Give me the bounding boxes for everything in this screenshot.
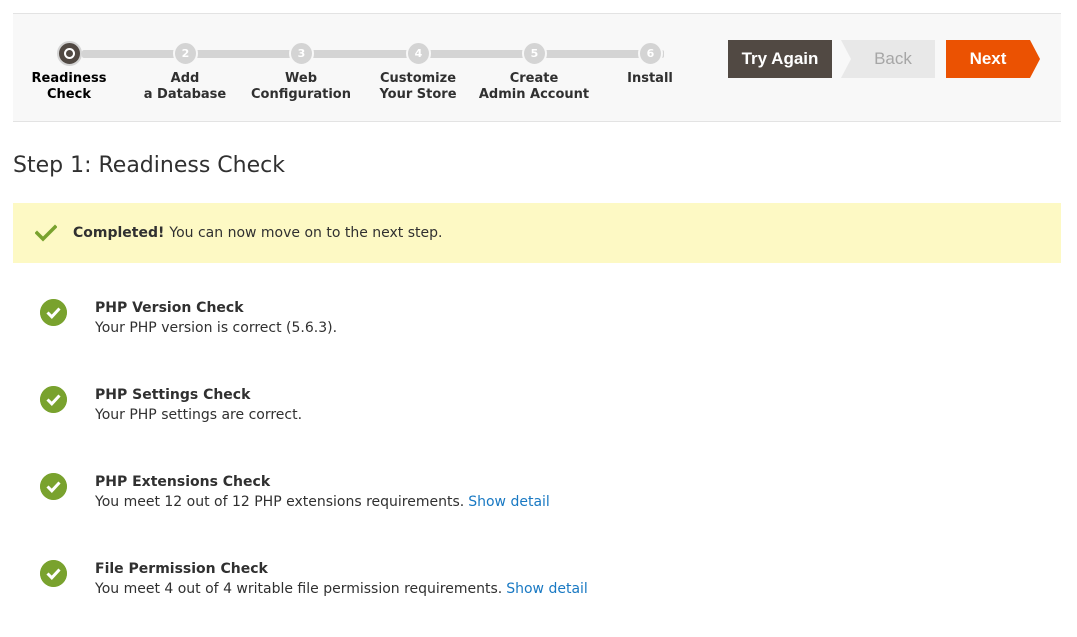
step-number-badge: 2: [173, 41, 198, 66]
success-check-icon: [40, 299, 67, 326]
alert-text: You can now move on to the next step.: [169, 225, 443, 241]
check-description-text: Your PHP settings are correct.: [95, 407, 303, 423]
check-description: You meet 12 out of 12 PHP extensions req…: [95, 494, 550, 510]
try-again-button[interactable]: Try Again: [728, 40, 832, 78]
step-label: Install: [580, 71, 720, 87]
php-version-check: PHP Version Check Your PHP version is co…: [40, 299, 1040, 349]
progress-track: [82, 50, 664, 58]
check-title: PHP Settings Check: [95, 387, 251, 403]
step-label-line1: Install: [627, 71, 673, 86]
step-number-badge: 4: [406, 41, 431, 66]
show-detail-link[interactable]: Show detail: [468, 494, 550, 510]
check-description: Your PHP settings are correct.: [95, 407, 302, 423]
check-title: PHP Version Check: [95, 300, 244, 316]
check-description: You meet 4 out of 4 writable file permis…: [95, 581, 588, 597]
next-button[interactable]: Next: [946, 40, 1040, 78]
step-number-badge: 5: [522, 41, 547, 66]
step-label-line2: Admin Account: [478, 87, 590, 102]
check-description-text: You meet 4 out of 4 writable file permis…: [95, 581, 503, 597]
step-indicator-active-icon: [57, 41, 82, 66]
alert-heading: Completed!: [73, 225, 165, 241]
success-check-icon: [40, 560, 67, 587]
setup-wizard-nav: Readiness Check 2 Add a Database 3 Web C…: [13, 13, 1061, 122]
page-title: Step 1: Readiness Check: [13, 153, 285, 178]
step-number-badge: 3: [289, 41, 314, 66]
success-check-icon: [40, 473, 67, 500]
back-button[interactable]: Back: [841, 40, 935, 78]
step-number-badge: 6: [638, 41, 663, 66]
php-extensions-check: PHP Extensions Check You meet 12 out of …: [40, 473, 1040, 523]
show-detail-link[interactable]: Show detail: [506, 581, 588, 597]
php-settings-check: PHP Settings Check Your PHP settings are…: [40, 386, 1040, 436]
checkmark-icon: [35, 224, 57, 242]
file-permission-check: File Permission Check You meet 4 out of …: [40, 560, 1040, 610]
success-message: Completed! You can now move on to the ne…: [13, 203, 1061, 263]
check-description-text: You meet 12 out of 12 PHP extensions req…: [95, 494, 465, 510]
success-check-icon: [40, 386, 67, 413]
check-title: PHP Extensions Check: [95, 474, 271, 490]
check-title: File Permission Check: [95, 561, 268, 577]
check-description: Your PHP version is correct (5.6.3).: [95, 320, 337, 336]
check-description-text: Your PHP version is correct (5.6.3).: [95, 320, 338, 336]
